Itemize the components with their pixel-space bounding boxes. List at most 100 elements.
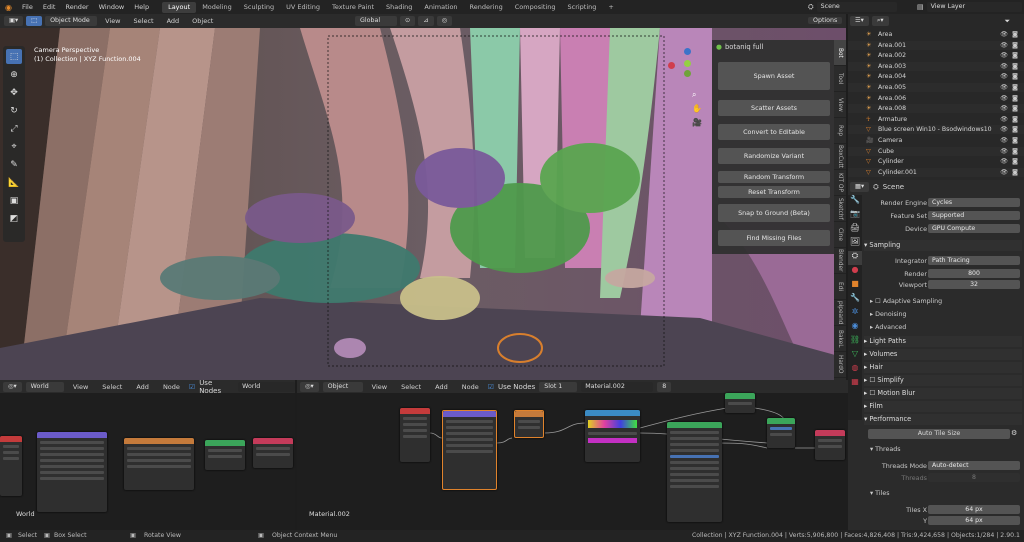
menu-file[interactable]: File xyxy=(17,3,38,11)
advanced-row[interactable]: ▸ Advanced xyxy=(870,324,906,331)
options-dropdown[interactable]: Options xyxy=(808,17,843,24)
orientation-dropdown[interactable]: Global xyxy=(355,16,397,26)
convert-editable-button[interactable]: Convert to Editable xyxy=(718,124,830,140)
hair-section[interactable]: ▸ Hair xyxy=(864,362,1022,373)
tab-hardops[interactable]: HardO xyxy=(834,352,846,378)
view-layer-selector[interactable]: ▤ View Layer xyxy=(917,2,1022,12)
tab-sculpting[interactable]: Sculpting xyxy=(238,2,280,13)
tiles-row[interactable]: ▾ Tiles xyxy=(870,490,889,497)
render-camera-icon[interactable]: ◙ xyxy=(1012,51,1018,60)
boxcutter-icon[interactable]: ◩ xyxy=(6,211,22,226)
node-principled-bsdf[interactable] xyxy=(667,422,722,522)
render-camera-icon[interactable]: ◙ xyxy=(1012,157,1018,166)
node-mix-shader[interactable] xyxy=(442,410,497,490)
outliner-item[interactable]: ☀ Area.005 👁 ◙ xyxy=(848,83,1024,92)
device-dropdown[interactable]: GPU Compute xyxy=(928,224,1020,233)
node-material-output[interactable] xyxy=(815,430,845,460)
reset-transform-button[interactable]: Reset Transform xyxy=(718,186,830,198)
outliner-item[interactable]: ☀ Area.008 👁 ◙ xyxy=(848,104,1024,114)
tab-view[interactable]: View xyxy=(834,92,846,118)
material-props-icon[interactable]: ◍ xyxy=(848,363,862,377)
node-background[interactable] xyxy=(205,440,245,470)
gizmo-center-icon[interactable] xyxy=(684,60,691,67)
tab-animation[interactable]: Animation xyxy=(418,2,463,13)
visibility-eye-icon[interactable]: 👁 xyxy=(1000,168,1008,177)
render-camera-icon[interactable]: ◙ xyxy=(1012,83,1018,92)
node-bump[interactable] xyxy=(514,410,544,438)
node-image-texture[interactable] xyxy=(400,408,430,462)
mode-dropdown[interactable]: Object Mode xyxy=(45,16,98,26)
tab-rep[interactable]: Rep xyxy=(834,118,846,144)
scale-icon[interactable]: ⤢ xyxy=(6,121,22,136)
visibility-eye-icon[interactable]: 👁 xyxy=(1000,94,1008,103)
node-editor-type-icon[interactable]: ◎▾ xyxy=(3,381,22,392)
node-tex-coord[interactable] xyxy=(0,436,22,496)
sampling-section[interactable]: ▾ Sampling xyxy=(864,240,1022,251)
tab-shading[interactable]: Shading xyxy=(380,2,418,13)
render-camera-icon[interactable]: ◙ xyxy=(1012,62,1018,71)
world-props-icon[interactable]: ● xyxy=(848,265,862,279)
menu-help[interactable]: Help xyxy=(129,3,154,11)
navigation-gizmo[interactable] xyxy=(664,44,704,84)
world-node-editor[interactable]: ◎▾ World View Select Add Node ☑ Use Node… xyxy=(0,379,295,530)
node-color-ramp[interactable] xyxy=(585,410,640,462)
volumes-section[interactable]: ▸ Volumes xyxy=(864,349,1022,360)
render-camera-icon[interactable]: ◙ xyxy=(1012,115,1018,124)
outliner-item[interactable]: ▽ Cylinder 👁 ◙ xyxy=(848,157,1024,166)
scene-tab-icon[interactable]: ⛭ xyxy=(848,251,862,265)
simplify-section[interactable]: ▸ ☐ Simplify xyxy=(864,375,1022,386)
gizmo-y-icon[interactable] xyxy=(684,70,691,77)
tab-boxcutter[interactable]: BoxCutt xyxy=(834,144,846,170)
outliner-item[interactable]: ▽ Cylinder.001 👁 ◙ xyxy=(848,167,1024,177)
editor-type-icon[interactable]: ▣▾ xyxy=(4,16,24,26)
feature-set-dropdown[interactable]: Supported xyxy=(928,211,1020,220)
outliner-editor-icon[interactable]: ☰▾ xyxy=(850,16,869,26)
viewport-menu-object[interactable]: Object xyxy=(187,17,218,25)
render-camera-icon[interactable]: ◙ xyxy=(1012,72,1018,81)
particles-props-icon[interactable]: ✲ xyxy=(848,307,862,321)
render-props-icon[interactable]: 📷 xyxy=(848,209,862,223)
random-transform-button[interactable]: Random Transform xyxy=(718,171,830,183)
modifier-props-icon[interactable]: 🔧 xyxy=(848,293,862,307)
render-camera-icon[interactable]: ◙ xyxy=(1012,168,1018,177)
spawn-asset-button[interactable]: Spawn Asset xyxy=(718,62,830,90)
node-mix[interactable] xyxy=(767,418,795,448)
render-camera-icon[interactable]: ◙ xyxy=(1012,104,1018,113)
add-workspace-button[interactable]: + xyxy=(602,2,619,13)
render-camera-icon[interactable]: ◙ xyxy=(1012,125,1018,134)
world-datablock-field[interactable]: World xyxy=(238,381,295,392)
transform-icon[interactable]: ⌖ xyxy=(6,139,22,154)
visibility-eye-icon[interactable]: 👁 xyxy=(1000,30,1008,39)
move-icon[interactable]: ✥ xyxy=(6,85,22,100)
tab-bake[interactable]: BakeL xyxy=(834,326,846,352)
outliner-search-input[interactable] xyxy=(891,16,1002,26)
integrator-dropdown[interactable]: Path Tracing xyxy=(928,256,1020,265)
world-menu-add[interactable]: Add xyxy=(131,383,154,391)
visibility-eye-icon[interactable]: 👁 xyxy=(1000,41,1008,50)
view-layer-field[interactable]: View Layer xyxy=(926,2,1022,12)
object-type-dropdown[interactable]: Object xyxy=(322,381,363,392)
material-node-editor[interactable]: ◎▾ Object View Select Add Node ☑ Use Nod… xyxy=(297,380,848,530)
scene-selector[interactable]: ⛭ Scene xyxy=(808,2,897,12)
tab-cine[interactable]: Cine xyxy=(834,222,846,248)
tab-pipeand[interactable]: pipeand xyxy=(834,300,846,326)
node-world-output[interactable] xyxy=(253,438,293,468)
performance-section[interactable]: ▾ Performance xyxy=(864,414,1022,425)
gizmo-x-icon[interactable] xyxy=(668,62,675,69)
material-menu-select[interactable]: Select xyxy=(396,383,426,391)
viewport-menu-add[interactable]: Add xyxy=(162,17,185,25)
film-section[interactable]: ▸ Film xyxy=(864,401,1022,412)
render-camera-icon[interactable]: ◙ xyxy=(1012,30,1018,39)
tab-scripting[interactable]: Scripting xyxy=(562,2,603,13)
visibility-eye-icon[interactable]: 👁 xyxy=(1000,104,1008,113)
tool-props-icon[interactable]: 🔧 xyxy=(848,195,862,209)
annotate-icon[interactable]: ✎ xyxy=(6,157,22,172)
select-box-icon[interactable]: ⬚ xyxy=(6,49,22,64)
scene-field[interactable]: Scene xyxy=(816,2,897,12)
outliner-item[interactable]: ▽ Cube 👁 ◙ xyxy=(848,146,1024,156)
zoom-icon[interactable]: ⌕ xyxy=(692,90,704,104)
render-engine-dropdown[interactable]: Cycles xyxy=(928,198,1020,207)
world-menu-node[interactable]: Node xyxy=(158,383,185,391)
outliner-item[interactable]: ▽ Blue screen Win10 - Bsodwindows10 👁 ◙ xyxy=(848,125,1024,135)
tiles-y-field[interactable]: 64 px xyxy=(928,516,1020,525)
